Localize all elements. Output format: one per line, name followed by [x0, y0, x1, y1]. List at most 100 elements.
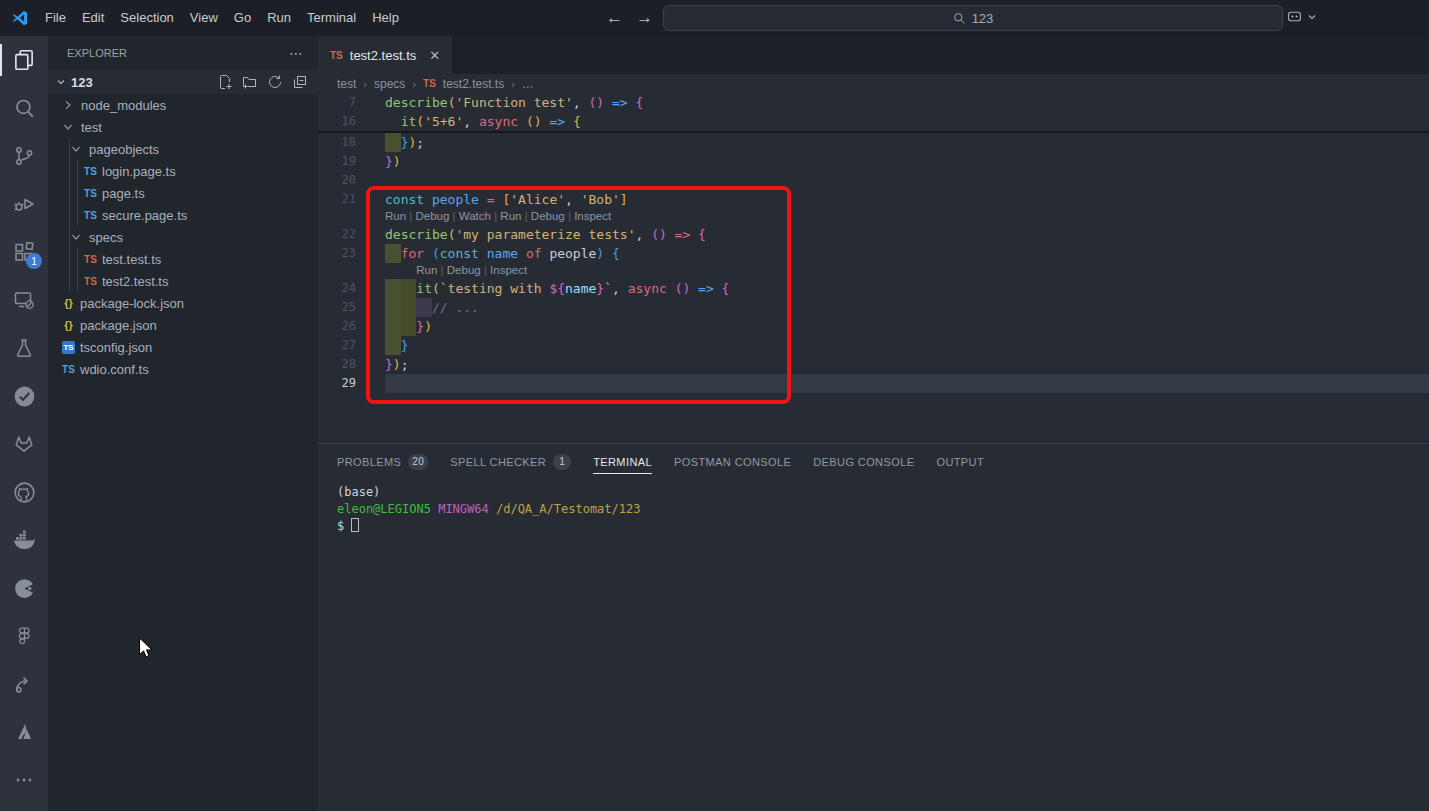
panel-tab-problems[interactable]: PROBLEMS20 [337, 444, 428, 479]
terminal-line: $ [337, 518, 1429, 535]
menu-bar: FileEditSelectionViewGoRunTerminalHelp [37, 0, 407, 36]
codelens-row[interactable]: Run | Debug | Watch | Run | Debug | Insp… [318, 209, 1429, 225]
chevron-down-icon [1307, 12, 1317, 22]
codelens-debug[interactable]: Debug [531, 210, 565, 222]
activity-extensions-icon[interactable]: 1 [0, 228, 48, 276]
activity-azure-icon[interactable] [0, 708, 48, 756]
explorer-sidebar: EXPLORER ⋯ 123 node_modulestestpageobjec… [48, 36, 318, 811]
activity-figma-icon[interactable] [0, 612, 48, 660]
collapse-all-icon[interactable] [292, 74, 308, 90]
activity-files-icon[interactable] [0, 36, 48, 84]
new-file-icon[interactable] [217, 74, 233, 90]
tree-item-secure.page.ts[interactable]: TSsecure.page.ts [48, 204, 318, 226]
menu-edit[interactable]: Edit [74, 0, 112, 36]
activity-check-circle-icon[interactable] [0, 372, 48, 420]
codelens-inspect[interactable]: Inspect [490, 264, 527, 276]
menu-help[interactable]: Help [364, 0, 407, 36]
breadcrumb-item[interactable]: specs [374, 77, 405, 91]
line-number: 7 [318, 93, 356, 112]
tree-item-package-lock.json[interactable]: {}package-lock.json [48, 292, 318, 314]
braces-file-icon: {} [62, 319, 75, 331]
indent-guide [69, 138, 70, 292]
codelens-watch[interactable]: Watch [459, 210, 491, 222]
terminal-line: eleon@LEGION5 MINGW64 /d/QA_A/Testomat/1… [337, 501, 1429, 518]
forward-arrow-icon[interactable]: → [636, 8, 653, 28]
panel-tab-debug-console[interactable]: DEBUG CONSOLE [813, 444, 914, 479]
activity-pie-circle-icon[interactable] [0, 564, 48, 612]
line-number: 27 [318, 336, 356, 355]
tree-item-page.ts[interactable]: TSpage.ts [48, 182, 318, 204]
line-number: 16 [318, 112, 356, 131]
breadcrumb-item[interactable]: … [522, 77, 534, 91]
panel-tabs: PROBLEMS20 SPELL CHECKER1 TERMINAL POSTMAN … [318, 444, 1429, 479]
activity-search-icon[interactable] [0, 84, 48, 132]
activity-docker-icon[interactable] [0, 516, 48, 564]
tree-item-package.json[interactable]: {}package.json [48, 314, 318, 336]
tree-item-test.test.ts[interactable]: TStest.test.ts [48, 248, 318, 270]
code-line-29: 29 [318, 374, 1429, 393]
menu-file[interactable]: File [37, 0, 74, 36]
codelens-run[interactable]: Run [416, 264, 437, 276]
search-input[interactable]: 123 [663, 5, 1283, 31]
chevron-right-icon [60, 98, 76, 112]
copilot-button[interactable] [1286, 8, 1317, 25]
activity-gitlab-icon[interactable] [0, 420, 48, 468]
menu-terminal[interactable]: Terminal [299, 0, 364, 36]
typescript-test-icon: TS [423, 78, 436, 89]
explorer-more-icon[interactable]: ⋯ [289, 45, 304, 61]
code-editor[interactable]: 7describe('Function test', () => {16 it(… [318, 93, 1429, 443]
tree-item-test2.test.ts[interactable]: TStest2.test.ts [48, 270, 318, 292]
file-tree: node_modulestestpageobjectsTSlogin.page.… [48, 94, 318, 380]
chevron-down-icon [60, 120, 76, 134]
activity-github-icon[interactable] [0, 468, 48, 516]
tree-item-tsconfig.json[interactable]: TStsconfig.json [48, 336, 318, 358]
activity-remote-explorer-icon[interactable] [0, 276, 48, 324]
codelens-debug[interactable]: Debug [447, 264, 481, 276]
panel-tab-spell-checker[interactable]: SPELL CHECKER1 [450, 444, 571, 479]
line-number: 22 [318, 225, 356, 244]
codelens-inspect[interactable]: Inspect [574, 210, 611, 222]
tree-item-specs[interactable]: specs [48, 226, 318, 248]
breadcrumb-item[interactable]: test [337, 77, 356, 91]
refresh-icon[interactable] [267, 74, 283, 90]
explorer-section-header[interactable]: 123 [48, 70, 318, 94]
codelens-run[interactable]: Run [500, 210, 521, 222]
vscode-window: FileEditSelectionViewGoRunTerminalHelp ←… [0, 0, 1429, 811]
vscode-logo-icon [11, 9, 29, 27]
activity-more-icon[interactable] [0, 756, 48, 804]
editor-group: TS test2.test.ts ✕ test›specs›TStest2.te… [318, 36, 1429, 811]
panel-tab-output[interactable]: OUTPUT [936, 444, 984, 479]
tree-item-node_modules[interactable]: node_modules [48, 94, 318, 116]
line-number [318, 263, 356, 279]
new-folder-icon[interactable] [242, 74, 258, 90]
breadcrumb-item[interactable]: test2.test.ts [443, 77, 504, 91]
tree-item-wdio.conf.ts[interactable]: TSwdio.conf.ts [48, 358, 318, 380]
codelens-row[interactable]: Run | Debug | Inspect [318, 263, 1429, 279]
ts-square-file-icon: TS [62, 341, 75, 354]
activity-share-arrow-icon[interactable] [0, 660, 48, 708]
panel-tab-terminal[interactable]: TERMINAL [593, 444, 652, 479]
tree-item-pageobjects[interactable]: pageobjects [48, 138, 318, 160]
menu-run[interactable]: Run [259, 0, 299, 36]
activity-run-debug-icon[interactable] [0, 180, 48, 228]
terminal[interactable]: (base)eleon@LEGION5 MINGW64 /d/QA_A/Test… [318, 479, 1429, 535]
tab-label: test2.test.ts [350, 48, 416, 63]
ts-blue-file-icon: TS [84, 210, 97, 221]
back-arrow-icon[interactable]: ← [606, 8, 623, 28]
panel-tab-postman-console[interactable]: POSTMAN CONSOLE [674, 444, 791, 479]
tab-test2.test.ts[interactable]: TS test2.test.ts ✕ [318, 36, 452, 74]
tree-item-login.page.ts[interactable]: TSlogin.page.ts [48, 160, 318, 182]
activity-source-control-icon[interactable] [0, 132, 48, 180]
activity-test-flask-icon[interactable] [0, 324, 48, 372]
codelens-run[interactable]: Run [385, 210, 406, 222]
section-label: 123 [71, 75, 93, 90]
codelens-debug[interactable]: Debug [416, 210, 450, 222]
tab-close-icon[interactable]: ✕ [429, 48, 440, 63]
menu-view[interactable]: View [182, 0, 226, 36]
line-number: 28 [318, 355, 356, 374]
code-line-23: 23 for (const name of people) { [318, 244, 1429, 263]
menu-selection[interactable]: Selection [112, 0, 181, 36]
line-number: 24 [318, 279, 356, 298]
menu-go[interactable]: Go [226, 0, 259, 36]
tree-item-test[interactable]: test [48, 116, 318, 138]
